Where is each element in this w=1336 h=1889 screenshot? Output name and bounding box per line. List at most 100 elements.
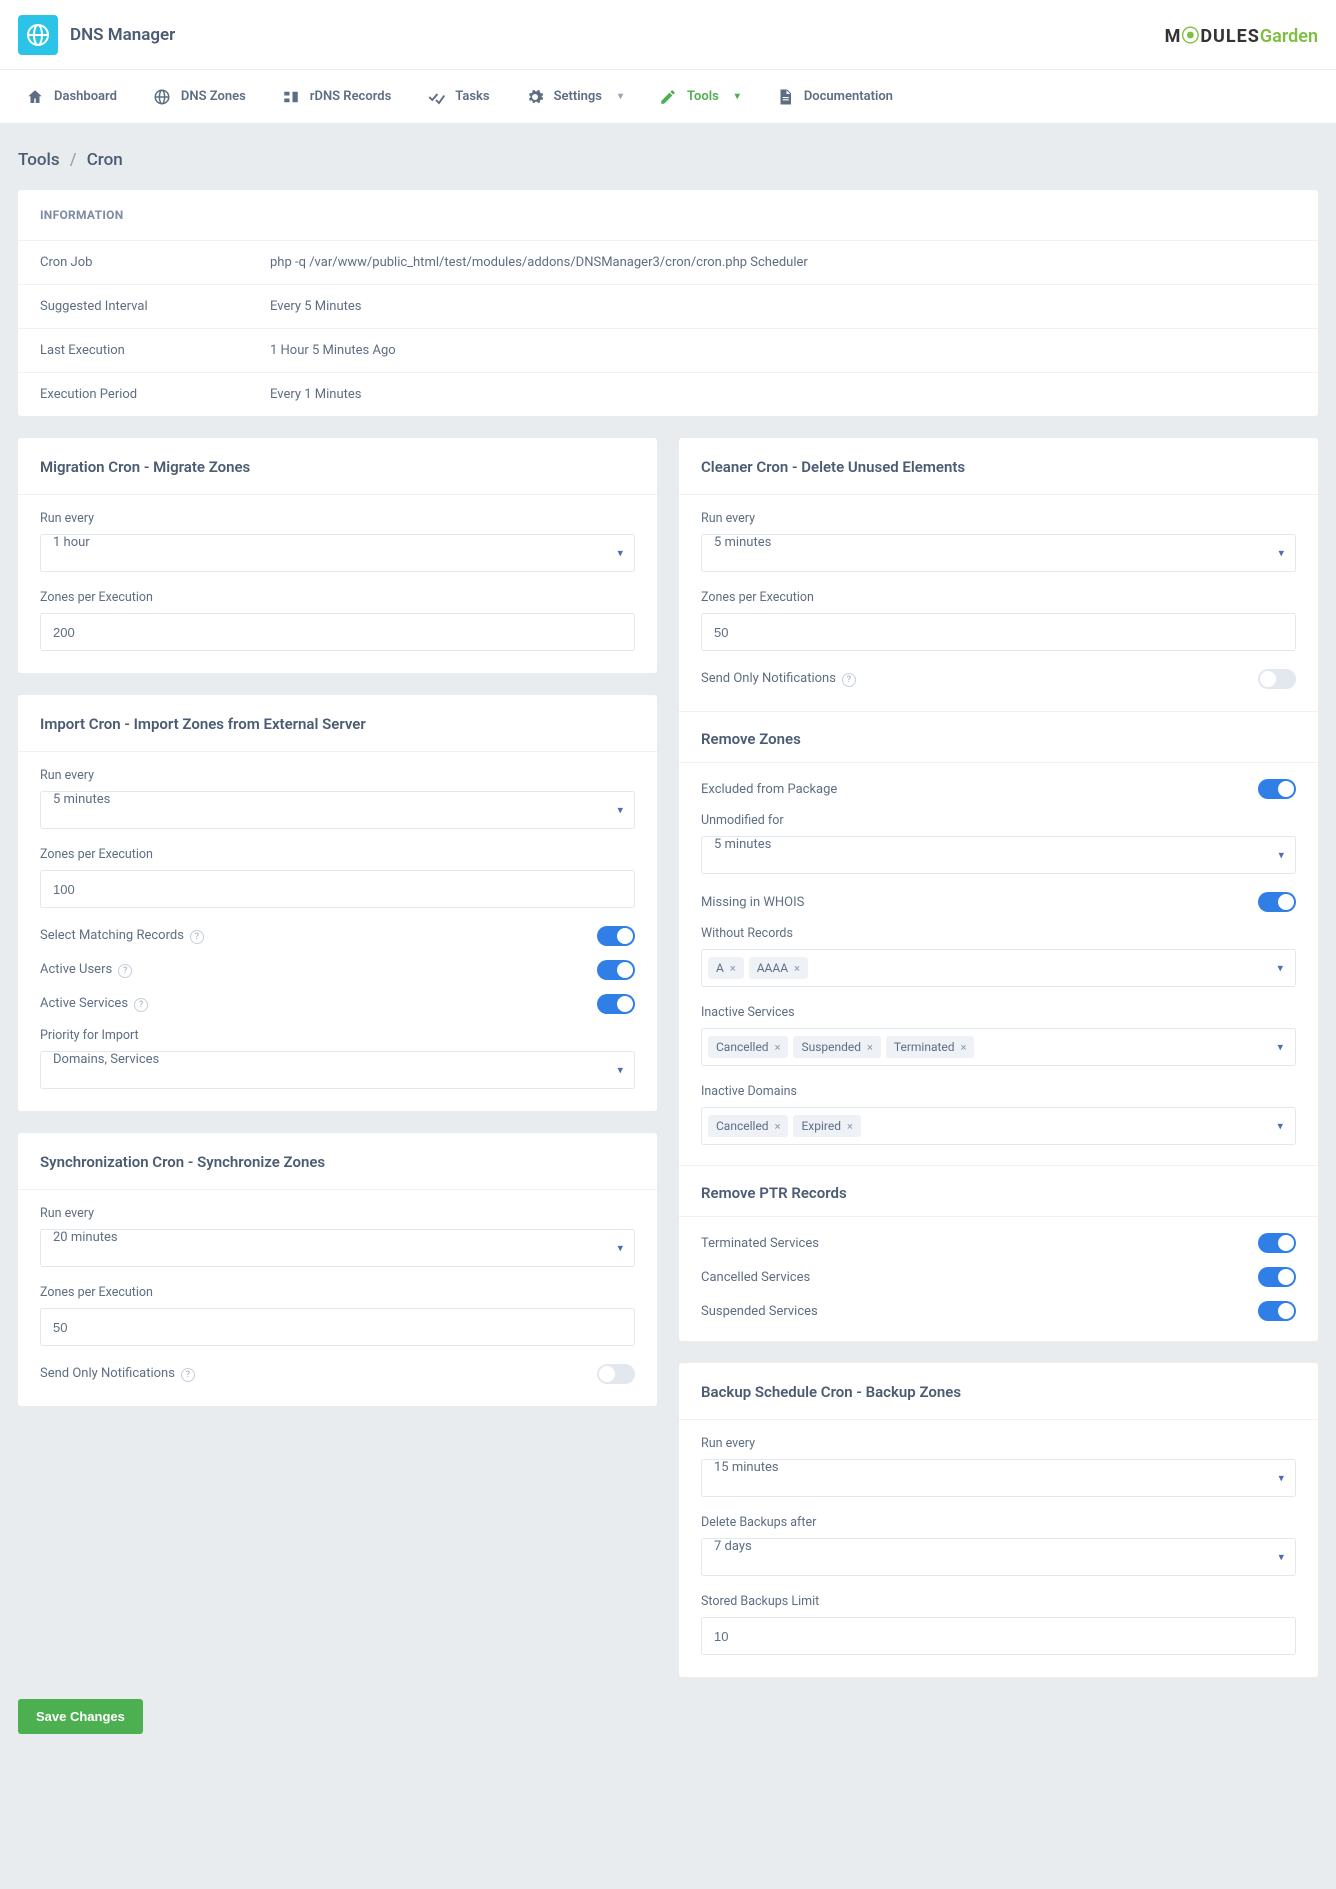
nav-label: Dashboard <box>54 89 117 104</box>
zpe-input[interactable] <box>40 613 635 651</box>
card-title: Synchronization Cron - Synchronize Zones <box>18 1133 657 1189</box>
card-title: Migration Cron - Migrate Zones <box>18 438 657 494</box>
tag: Terminated× <box>886 1036 975 1058</box>
active-services-label: Active Services <box>40 996 128 1011</box>
notify-switch[interactable] <box>1258 669 1296 689</box>
info-value: php -q /var/www/public_html/test/modules… <box>270 255 808 270</box>
help-icon[interactable]: ? <box>134 998 148 1012</box>
remove-tag-icon[interactable]: × <box>775 1120 781 1133</box>
remove-tag-icon[interactable]: × <box>847 1120 853 1133</box>
zpe-input[interactable] <box>701 613 1296 651</box>
inactive-services-label: Inactive Services <box>701 1005 1296 1020</box>
help-icon[interactable]: ? <box>842 673 856 687</box>
breadcrumb-root[interactable]: Tools <box>18 150 60 170</box>
cancelled-switch[interactable] <box>1258 1267 1296 1287</box>
priority-select[interactable]: Domains, Services <box>40 1051 635 1089</box>
card-title: Cleaner Cron - Delete Unused Elements <box>679 438 1318 494</box>
chevron-down-icon: ▾ <box>1277 1041 1283 1054</box>
gear-icon <box>526 88 544 106</box>
nav-dashboard[interactable]: Dashboard <box>8 70 135 123</box>
notify-label: Send Only Notifications <box>701 671 836 686</box>
run-every-label: Run every <box>40 511 635 526</box>
nav-label: rDNS Records <box>310 89 391 104</box>
save-button[interactable]: Save Changes <box>18 1699 143 1734</box>
card-title: Backup Schedule Cron - Backup Zones <box>679 1363 1318 1419</box>
whois-label: Missing in WHOIS <box>701 895 804 910</box>
without-records-multiselect[interactable]: A× AAAA× ▾ <box>701 949 1296 987</box>
excluded-switch[interactable] <box>1258 779 1296 799</box>
info-title: INFORMATION <box>18 190 1318 240</box>
nav-settings[interactable]: Settings ▾ <box>508 70 641 123</box>
limit-input[interactable] <box>701 1617 1296 1655</box>
chevron-down-icon: ▾ <box>735 91 740 102</box>
zpe-label: Zones per Execution <box>40 1285 635 1300</box>
nav-label: Tools <box>687 89 719 104</box>
home-icon <box>26 88 44 106</box>
excluded-label: Excluded from Package <box>701 782 837 797</box>
info-label: Execution Period <box>40 387 270 402</box>
records-icon <box>282 88 300 106</box>
nav-dnszones[interactable]: DNS Zones <box>135 70 264 123</box>
matching-switch[interactable] <box>597 926 635 946</box>
unmodified-select[interactable]: 5 minutes <box>701 836 1296 874</box>
import-card: Import Cron - Import Zones from External… <box>18 695 657 1111</box>
run-every-label: Run every <box>40 768 635 783</box>
notify-switch[interactable] <box>597 1364 635 1384</box>
info-row: Last Execution 1 Hour 5 Minutes Ago <box>18 328 1318 372</box>
run-every-select[interactable]: 15 minutes <box>701 1459 1296 1497</box>
run-every-select[interactable]: 1 hour <box>40 534 635 572</box>
suspended-label: Suspended Services <box>701 1304 818 1319</box>
chevron-down-icon: ▾ <box>1277 1120 1283 1133</box>
terminated-switch[interactable] <box>1258 1233 1296 1253</box>
run-every-select[interactable]: 5 minutes <box>701 534 1296 572</box>
breadcrumb-leaf: Cron <box>87 150 123 170</box>
tag: Cancelled× <box>708 1115 788 1137</box>
active-users-label: Active Users <box>40 962 112 977</box>
document-icon <box>776 88 794 106</box>
info-label: Last Execution <box>40 343 270 358</box>
unmodified-label: Unmodified for <box>701 813 1296 828</box>
limit-label: Stored Backups Limit <box>701 1594 1296 1609</box>
info-value: 1 Hour 5 Minutes Ago <box>270 343 396 358</box>
remove-tag-icon[interactable]: × <box>961 1041 967 1054</box>
help-icon[interactable]: ? <box>181 1368 195 1382</box>
tag: Suspended× <box>793 1036 880 1058</box>
card-title: Import Cron - Import Zones from External… <box>18 695 657 751</box>
nav-documentation[interactable]: Documentation <box>758 70 911 123</box>
nav-tools[interactable]: Tools ▾ <box>641 70 758 123</box>
pencil-icon <box>659 88 677 106</box>
tag: Expired× <box>793 1115 860 1137</box>
delete-after-select[interactable]: 7 days <box>701 1538 1296 1576</box>
remove-tag-icon[interactable]: × <box>730 962 736 975</box>
header: DNS Manager M⦿DULESGarden <box>0 0 1336 70</box>
info-row: Cron Job php -q /var/www/public_html/tes… <box>18 240 1318 284</box>
remove-tag-icon[interactable]: × <box>867 1041 873 1054</box>
tag: Cancelled× <box>708 1036 788 1058</box>
remove-tag-icon[interactable]: × <box>775 1041 781 1054</box>
active-services-switch[interactable] <box>597 994 635 1014</box>
inactive-services-multiselect[interactable]: Cancelled× Suspended× Terminated× ▾ <box>701 1028 1296 1066</box>
chevron-down-icon: ▾ <box>618 91 623 102</box>
suspended-switch[interactable] <box>1258 1301 1296 1321</box>
tag: AAAA× <box>749 957 808 979</box>
run-every-label: Run every <box>40 1206 635 1221</box>
help-icon[interactable]: ? <box>190 930 204 944</box>
cancelled-label: Cancelled Services <box>701 1270 810 1285</box>
delete-after-label: Delete Backups after <box>701 1515 1296 1530</box>
tasks-icon <box>427 88 445 106</box>
run-every-select[interactable]: 20 minutes <box>40 1229 635 1267</box>
run-every-select[interactable]: 5 minutes <box>40 791 635 829</box>
matching-label: Select Matching Records <box>40 928 184 943</box>
remove-tag-icon[interactable]: × <box>794 962 800 975</box>
whois-switch[interactable] <box>1258 892 1296 912</box>
zpe-input[interactable] <box>40 1308 635 1346</box>
app-title: DNS Manager <box>70 25 175 45</box>
inactive-domains-multiselect[interactable]: Cancelled× Expired× ▾ <box>701 1107 1296 1145</box>
nav-rdns[interactable]: rDNS Records <box>264 70 409 123</box>
active-users-switch[interactable] <box>597 960 635 980</box>
help-icon[interactable]: ? <box>118 964 132 978</box>
notify-label: Send Only Notifications <box>40 1366 175 1381</box>
zpe-input[interactable] <box>40 870 635 908</box>
nav-tasks[interactable]: Tasks <box>409 70 507 123</box>
nav-label: Settings <box>554 89 602 104</box>
